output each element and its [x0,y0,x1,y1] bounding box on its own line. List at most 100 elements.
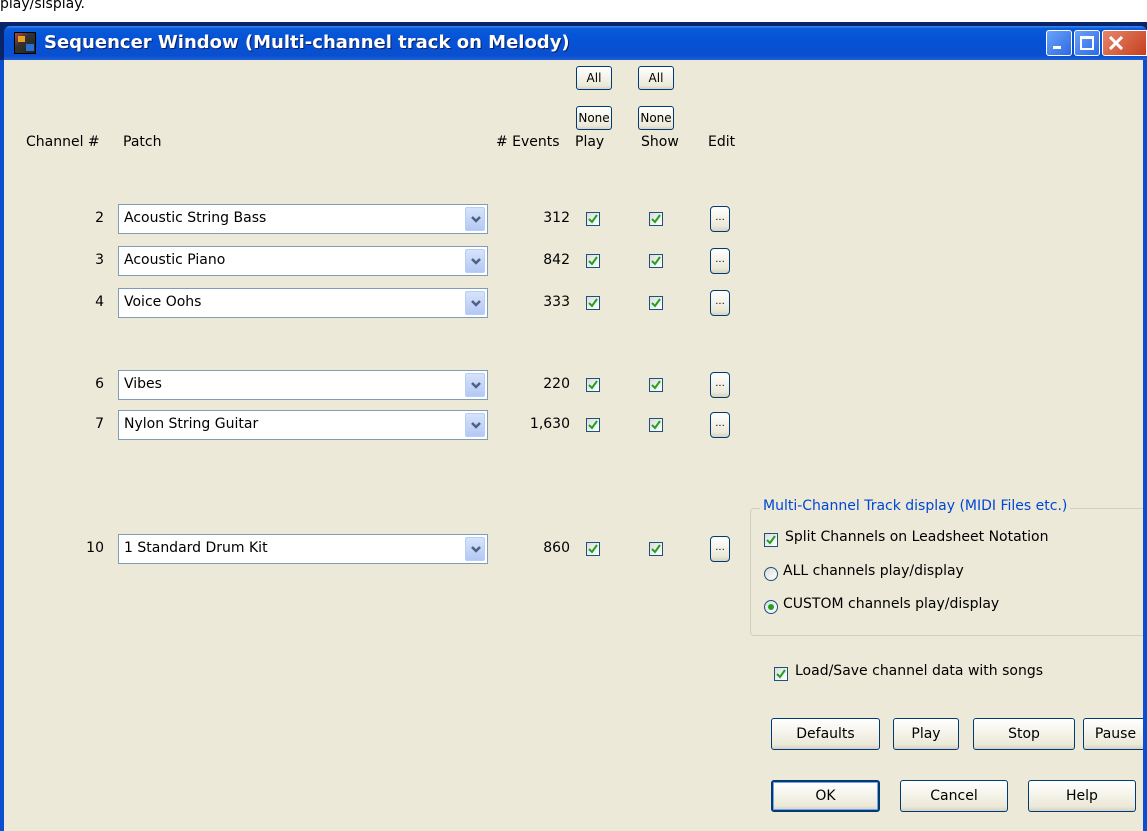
display-options-title: Multi-Channel Track display (MIDI Files … [760,498,1071,514]
checkmark-icon [588,544,598,554]
load-save-label: Load/Save channel data with songs [795,663,1044,679]
events-column-header: # Events [496,134,560,150]
play-checkbox[interactable] [586,296,600,310]
pause-button[interactable]: Pause [1083,718,1147,750]
chevron-down-icon [471,216,481,223]
channel-number: 7 [95,416,104,432]
checkmark-icon [651,214,661,224]
chevron-down-icon [471,422,481,429]
checkmark-icon [651,256,661,266]
minimize-icon [1053,46,1061,49]
minimize-button[interactable] [1046,30,1072,56]
patch-select[interactable]: Nylon String Guitar [118,410,488,440]
patch-value: Vibes [124,376,162,392]
checkmark-icon [588,380,598,390]
patch-select[interactable]: Vibes [118,370,488,400]
chevron-down-icon [471,258,481,265]
dropdown-arrow[interactable] [465,249,485,273]
play-checkbox[interactable] [586,254,600,268]
play-checkbox[interactable] [586,542,600,556]
patch-select[interactable]: Voice Oohs [118,288,488,318]
channel-number: 10 [86,540,104,556]
edit-channel-button[interactable]: ... [710,290,730,316]
close-icon [1109,36,1123,50]
chevron-down-icon [471,382,481,389]
help-button[interactable]: Help [1028,780,1136,812]
event-count: 312 [543,210,570,226]
dropdown-arrow[interactable] [465,413,485,437]
channel-number: 4 [95,294,104,310]
show-checkbox[interactable] [649,212,663,226]
play-checkbox[interactable] [586,212,600,226]
patch-select[interactable]: 1 Standard Drum Kit [118,534,488,564]
ok-button[interactable]: OK [771,780,880,812]
channel-number: 6 [95,376,104,392]
checkmark-icon [588,256,598,266]
edit-channel-button[interactable]: ... [710,412,730,438]
patch-column-header: Patch [123,134,162,150]
dropdown-arrow[interactable] [465,373,485,397]
chevron-down-icon [471,546,481,553]
show-checkbox[interactable] [649,296,663,310]
show-none-button[interactable]: None [638,106,674,130]
custom-channels-label: CUSTOM channels play/display [783,596,1000,612]
event-count: 842 [543,252,570,268]
cancel-button[interactable]: Cancel [900,780,1008,812]
play-checkbox[interactable] [586,378,600,392]
maximize-button[interactable] [1074,30,1100,56]
checkmark-icon [776,669,786,679]
all-channels-radio[interactable] [764,567,778,581]
play-all-button[interactable]: All [576,66,612,90]
event-count: 1,630 [529,416,570,432]
edit-column-header: Edit [708,134,736,150]
event-count: 333 [543,294,570,310]
show-all-button[interactable]: All [638,66,674,90]
maximize-icon [1080,36,1094,50]
play-none-button[interactable]: None [576,106,612,130]
edit-channel-button[interactable]: ... [710,536,730,562]
show-checkbox[interactable] [649,378,663,392]
dropdown-arrow[interactable] [465,291,485,315]
edit-channel-button[interactable]: ... [710,372,730,398]
show-checkbox[interactable] [649,542,663,556]
channel-number: 3 [95,252,104,268]
patch-value: 1 Standard Drum Kit [124,540,268,556]
stop-button[interactable]: Stop [973,718,1075,750]
dialog-body [4,60,1147,831]
checkmark-icon [588,420,598,430]
app-icon [14,32,36,54]
patch-value: Acoustic String Bass [124,210,267,226]
checkmark-icon [651,420,661,430]
split-channels-checkbox[interactable] [764,533,778,547]
checkmark-icon [651,544,661,554]
close-button[interactable] [1102,30,1147,56]
load-save-checkbox[interactable] [774,667,788,681]
play-button[interactable]: Play [893,718,959,750]
edit-channel-button[interactable]: ... [710,206,730,232]
checkmark-icon [588,214,598,224]
defaults-button[interactable]: Defaults [771,718,880,750]
patch-select[interactable]: Acoustic String Bass [118,204,488,234]
patch-select[interactable]: Acoustic Piano [118,246,488,276]
custom-channels-radio[interactable] [764,600,778,614]
show-checkbox[interactable] [649,418,663,432]
all-channels-label: ALL channels play/display [783,563,964,579]
radio-selected-dot [768,604,774,610]
show-column-header: Show [641,134,679,150]
window-title: Sequencer Window (Multi-channel track on… [44,32,570,53]
chevron-down-icon [471,300,481,307]
show-checkbox[interactable] [649,254,663,268]
edit-channel-button[interactable]: ... [710,248,730,274]
window-frame-left [0,60,4,831]
event-count: 860 [543,540,570,556]
channel-column-header: Channel # [26,134,100,150]
play-column-header: Play [575,134,605,150]
dropdown-arrow[interactable] [465,207,485,231]
play-checkbox[interactable] [586,418,600,432]
patch-value: Voice Oohs [124,294,202,310]
checkmark-icon [651,380,661,390]
patch-value: Acoustic Piano [124,252,226,268]
window-frame-right [1143,60,1147,831]
dropdown-arrow[interactable] [465,537,485,561]
checkmark-icon [651,298,661,308]
